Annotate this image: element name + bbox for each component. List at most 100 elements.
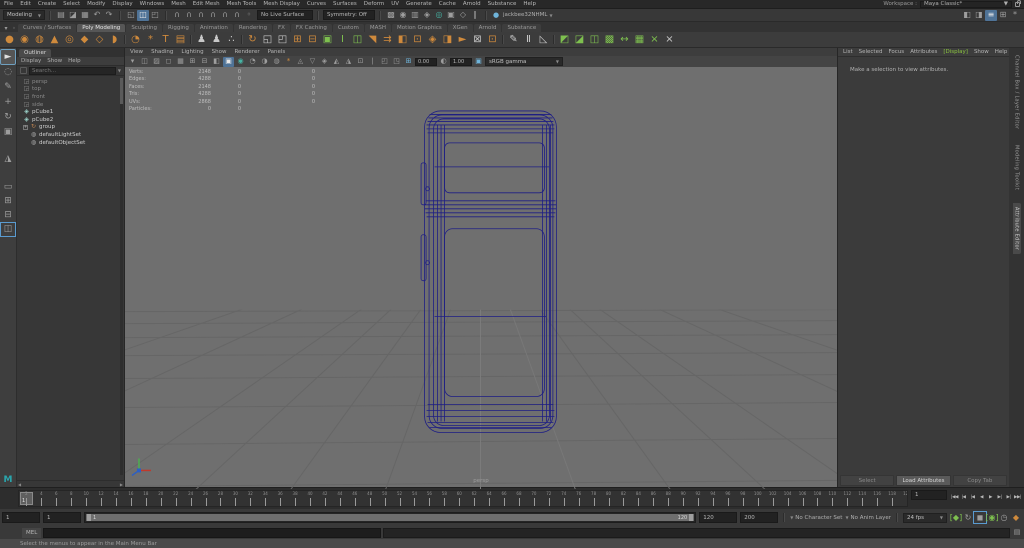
render-current-frame-icon[interactable]: ◉	[397, 10, 409, 21]
scale-tool-icon[interactable]: ▣	[1, 125, 15, 139]
select-hierarchy-icon[interactable]: ◱	[125, 10, 137, 21]
current-frame-field[interactable]: 1	[911, 490, 947, 500]
wedge-icon[interactable]: ◨	[440, 33, 455, 47]
side-tab-attribute-editor[interactable]: Attribute Editor	[1012, 202, 1021, 254]
anim-key-settings-icon[interactable]: ◆	[1010, 512, 1022, 523]
layout-single-pane-icon[interactable]: ▭	[1, 181, 15, 194]
symmetry-field[interactable]: Symmetry: Off	[323, 10, 375, 20]
outliner-item-side[interactable]: ◲ side	[23, 101, 124, 109]
exposure-field[interactable]: 0.00	[415, 57, 437, 66]
super-shape-icon[interactable]: *	[143, 33, 158, 47]
viewport-menu-shading[interactable]: Shading	[151, 49, 173, 55]
sculpt-knife-icon[interactable]: Ⅱ	[521, 33, 536, 47]
uv-cut-icon[interactable]: ▩	[602, 33, 617, 47]
outliner-item-pcube1[interactable]: ◈ pCube1	[23, 108, 124, 116]
menu-set-dropdown[interactable]: Modeling ▼	[3, 10, 45, 20]
ae-menu-selected[interactable]: Selected	[859, 49, 883, 55]
slide-edge-icon[interactable]: ◺	[536, 33, 551, 47]
set-keyframe-icon[interactable]: [◆]	[950, 512, 962, 523]
xray-icon[interactable]: ◮	[343, 57, 354, 67]
bridge-icon[interactable]: ⇉	[380, 33, 395, 47]
outliner-item-defaultlightset[interactable]: ◍ defaultLightSet	[23, 131, 124, 139]
timeline-ruler[interactable]: 1 2 4 6 8 10 12 14 16 18 20 22 24 26 28 30 32 34 36 38 40 42…	[18, 490, 908, 507]
multisample-icon[interactable]: ▽	[307, 57, 318, 67]
step-back-key-button[interactable]: |◀	[968, 493, 977, 505]
shelf-tab-curves-surfaces[interactable]: Curves / Surfaces	[18, 24, 77, 32]
shelf-tab-rendering[interactable]: Rendering	[233, 24, 272, 32]
lasso-tool-icon[interactable]: ◌	[1, 65, 15, 79]
outliner-item-group[interactable]: + ↻ group	[23, 124, 124, 132]
shelf-tab-fx-caching[interactable]: FX Caching	[290, 24, 332, 32]
step-back-frame-button[interactable]: |◀	[959, 493, 968, 505]
menu-surfaces[interactable]: Surfaces	[333, 1, 357, 7]
undo-icon[interactable]: ↶	[91, 10, 103, 21]
mirror-icon[interactable]: ◈	[425, 33, 440, 47]
shelf-tab-arnold[interactable]: Arnold	[473, 24, 502, 32]
toon-shader-icon[interactable]: ◇	[457, 10, 469, 21]
shelf-tab-motion-graphics[interactable]: Motion Graphics	[392, 24, 447, 32]
menu-windows[interactable]: Windows	[140, 1, 165, 7]
menu-substance[interactable]: Substance	[488, 1, 517, 7]
outliner-item-persp[interactable]: ◲ persp	[23, 78, 124, 86]
new-scene-icon[interactable]: ▤	[55, 10, 67, 21]
viewport-3d-area[interactable]: Verts: 2148 0 0 Edges: 4288 0 0 Faces: 2148 0 0 Tris…	[125, 67, 837, 490]
menu-modify[interactable]: Modify	[87, 1, 105, 7]
ae-menu-display[interactable]: Display	[943, 49, 968, 55]
play-forwards-button[interactable]: ▶	[986, 493, 995, 505]
outliner-menu-display[interactable]: Display	[21, 58, 41, 64]
auto-keyframe-icon[interactable]: ◼	[973, 511, 987, 524]
uv-unfold-icon[interactable]: ↔	[617, 33, 632, 47]
screen-space-ao-icon[interactable]: *	[283, 57, 294, 67]
menu-display[interactable]: Display	[112, 1, 132, 7]
viewport-menu-panels[interactable]: Panels	[268, 49, 286, 55]
multi-cut-icon[interactable]: ◫	[350, 33, 365, 47]
ae-menu-list[interactable]: List	[843, 49, 853, 55]
range-start-handle[interactable]	[87, 514, 91, 521]
duplicate-icon[interactable]: ►	[455, 33, 470, 47]
shelf-tab-fx[interactable]: FX	[272, 24, 290, 32]
gamma-icon[interactable]: ◐	[438, 57, 449, 67]
outliner-vertical-scrollbar[interactable]	[120, 78, 123, 475]
save-scene-icon[interactable]: ▦	[79, 10, 91, 21]
uv-auto-icon[interactable]: ◪	[572, 33, 587, 47]
fps-dropdown[interactable]: 24 fps ▼	[903, 512, 947, 523]
boolean-difference-icon[interactable]: ◰	[275, 33, 290, 47]
snap-curve-icon[interactable]: ∩	[183, 10, 195, 21]
playback-range-bar[interactable]: 1 120	[84, 512, 697, 523]
wireframe-mode-icon[interactable]: ▣	[223, 56, 234, 67]
menu-curves[interactable]: Curves	[307, 1, 326, 7]
menu-help[interactable]: Help	[523, 1, 536, 7]
outliner-title-tab[interactable]: Outliner	[19, 49, 52, 57]
ipr-render-icon[interactable]: ▥	[409, 10, 421, 21]
shelf-tab-xgen[interactable]: XGen	[447, 24, 473, 32]
command-result-field[interactable]	[383, 527, 1010, 538]
color-managed-icon[interactable]: ▣	[473, 57, 484, 67]
combine-icon[interactable]: ⊞	[290, 33, 305, 47]
outliner-menu-help[interactable]: Help	[68, 58, 81, 64]
motion-blur-icon[interactable]: ◬	[295, 57, 306, 67]
shelf-tab-sculpting[interactable]: Sculpting	[126, 24, 162, 32]
menu-file[interactable]: File	[4, 1, 13, 7]
poly-plane-icon[interactable]: ◆	[77, 33, 92, 47]
depth-peeling-icon[interactable]: ◈	[319, 57, 330, 67]
character-icon[interactable]: ♟	[209, 33, 224, 47]
poly-gear-icon[interactable]: ◗	[107, 33, 122, 47]
live-surface-field[interactable]: No Live Surface	[257, 10, 313, 20]
menu-mesh[interactable]: Mesh	[171, 1, 185, 7]
menu-cache[interactable]: Cache	[439, 1, 456, 7]
uv-snapshot-icon[interactable]: ×	[662, 33, 677, 47]
poly-text-icon[interactable]: T	[158, 33, 173, 47]
shelf-tab-rigging[interactable]: Rigging	[163, 24, 194, 32]
layout-persp-outliner-icon[interactable]: ◫	[0, 222, 16, 237]
menu-edit-mesh[interactable]: Edit Mesh	[193, 1, 220, 7]
scroll-right-icon[interactable]: ▶	[120, 482, 123, 487]
outliner-item-top[interactable]: ◲ top	[23, 86, 124, 94]
light-editor-icon[interactable]: ▣	[445, 10, 457, 21]
boolean-union-icon[interactable]: ◱	[260, 33, 275, 47]
crowd-icon[interactable]: ∴	[224, 33, 239, 47]
anim-layer-dropdown[interactable]: ▼ No Anim Layer	[845, 515, 891, 521]
character-set-dropdown[interactable]: ▼ No Character Set	[790, 515, 842, 521]
poly-cylinder-icon[interactable]: ◍	[32, 33, 47, 47]
menu-mesh-tools[interactable]: Mesh Tools	[227, 1, 257, 7]
command-language-toggle[interactable]: MEL	[22, 527, 42, 538]
